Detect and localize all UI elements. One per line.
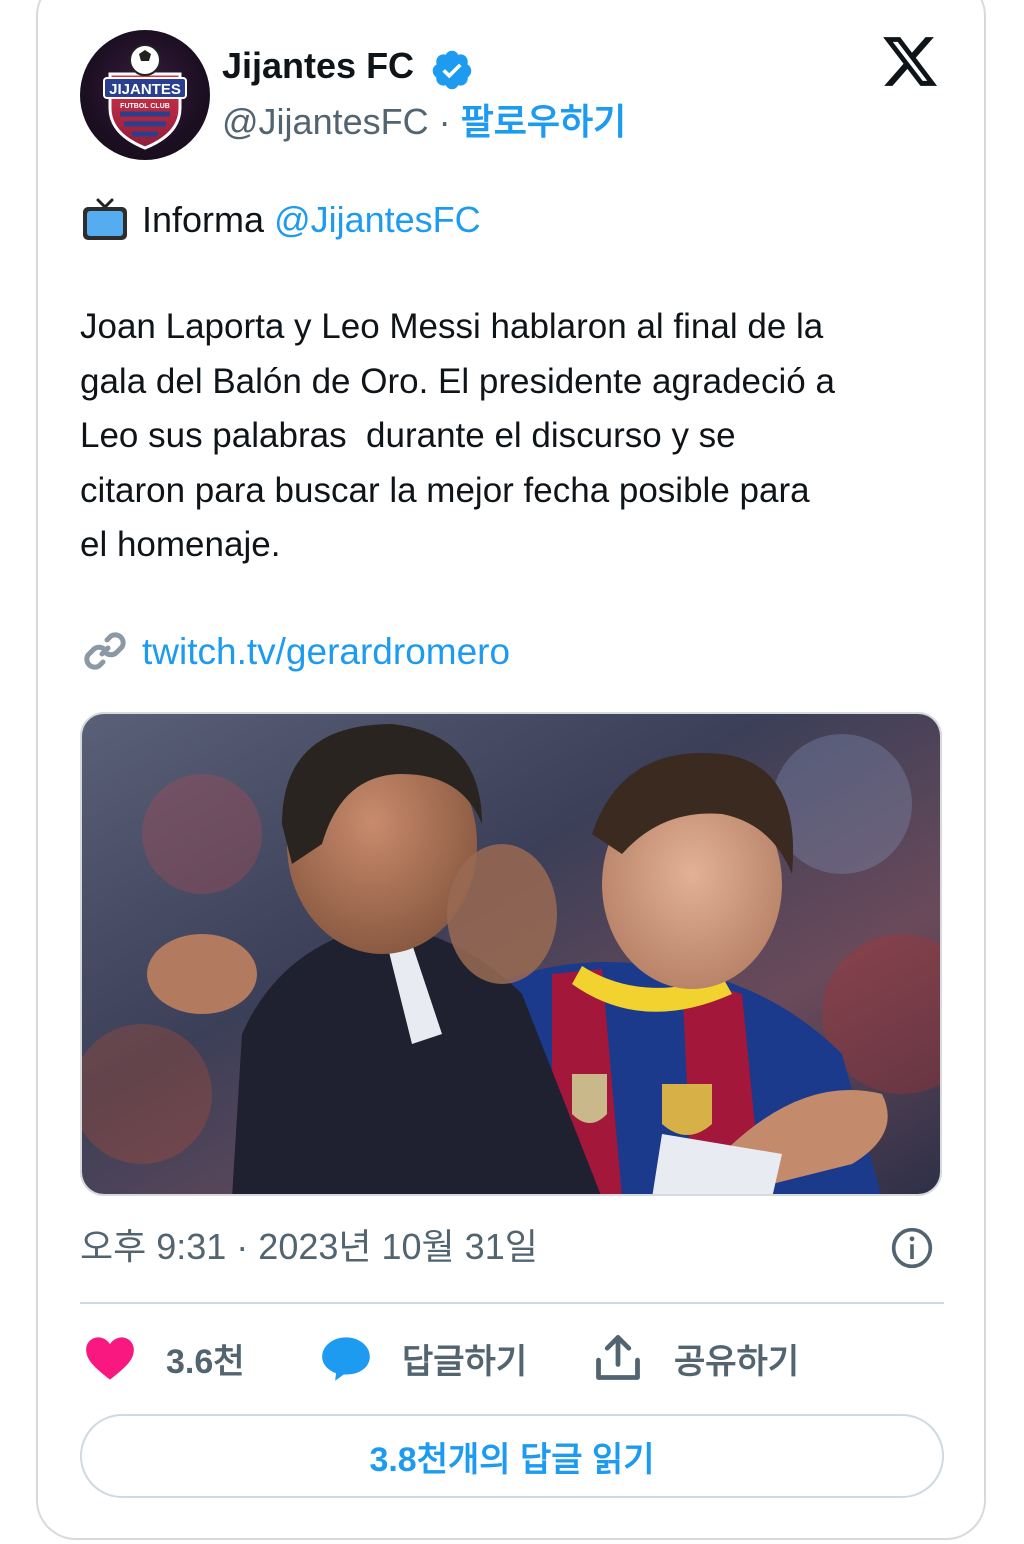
tweet-body-text: Joan Laporta y Leo Messi hablaron al fin… (80, 307, 835, 564)
avatar[interactable]: JIJANTES FUTBOL CLUB (80, 30, 210, 160)
avatar-wordmark: JIJANTES (109, 81, 181, 98)
reply-button[interactable]: 답글하기 (320, 1330, 527, 1386)
author-name[interactable]: Jijantes FC (222, 44, 414, 88)
read-replies-button[interactable]: 3.8천개의 답글 읽기 (80, 1414, 944, 1498)
photo-illustration (82, 714, 940, 1194)
info-icon[interactable] (890, 1226, 934, 1270)
tweet-link-row[interactable]: twitch.tv/gerardromero (80, 626, 510, 678)
verified-badge-icon (432, 50, 472, 90)
share-button[interactable]: 공유하기 (592, 1330, 799, 1386)
like-button[interactable]: 3.6천 (84, 1330, 245, 1386)
tweet-lead-line: Informa @JijantesFC (80, 196, 481, 244)
tweet-lead-text: Informa (142, 199, 265, 240)
tweet-photo[interactable] (80, 712, 942, 1196)
divider (80, 1302, 944, 1304)
lead-mention-link[interactable]: @JijantesFC (274, 199, 481, 240)
avatar-subtext: FUTBOL CLUB (120, 103, 170, 110)
handle-row: @JijantesFC · 팔로우하기 (222, 100, 626, 144)
link-icon (84, 632, 126, 670)
share-upload-icon (596, 1335, 640, 1380)
tweet-timestamp[interactable]: 오후 9:31 · 2023년 10월 31일 (80, 1224, 538, 1270)
speech-bubble-icon (322, 1337, 370, 1381)
follow-button[interactable]: 팔로우하기 (461, 101, 627, 142)
club-crest-icon: JIJANTES FUTBOL CLUB (103, 44, 187, 150)
television-icon (83, 198, 127, 240)
reply-label: 답글하기 (402, 1342, 528, 1381)
tweet-link[interactable]: twitch.tv/gerardromero (142, 631, 510, 672)
author-handle[interactable]: @JijantesFC (222, 101, 429, 142)
share-label: 공유하기 (674, 1342, 800, 1381)
read-replies-label: 3.8천개의 답글 읽기 (369, 1440, 655, 1479)
heart-icon (86, 1337, 134, 1380)
like-count: 3.6천 (166, 1342, 245, 1381)
handle-separator: · (438, 101, 451, 142)
x-logo-icon[interactable] (880, 36, 940, 92)
